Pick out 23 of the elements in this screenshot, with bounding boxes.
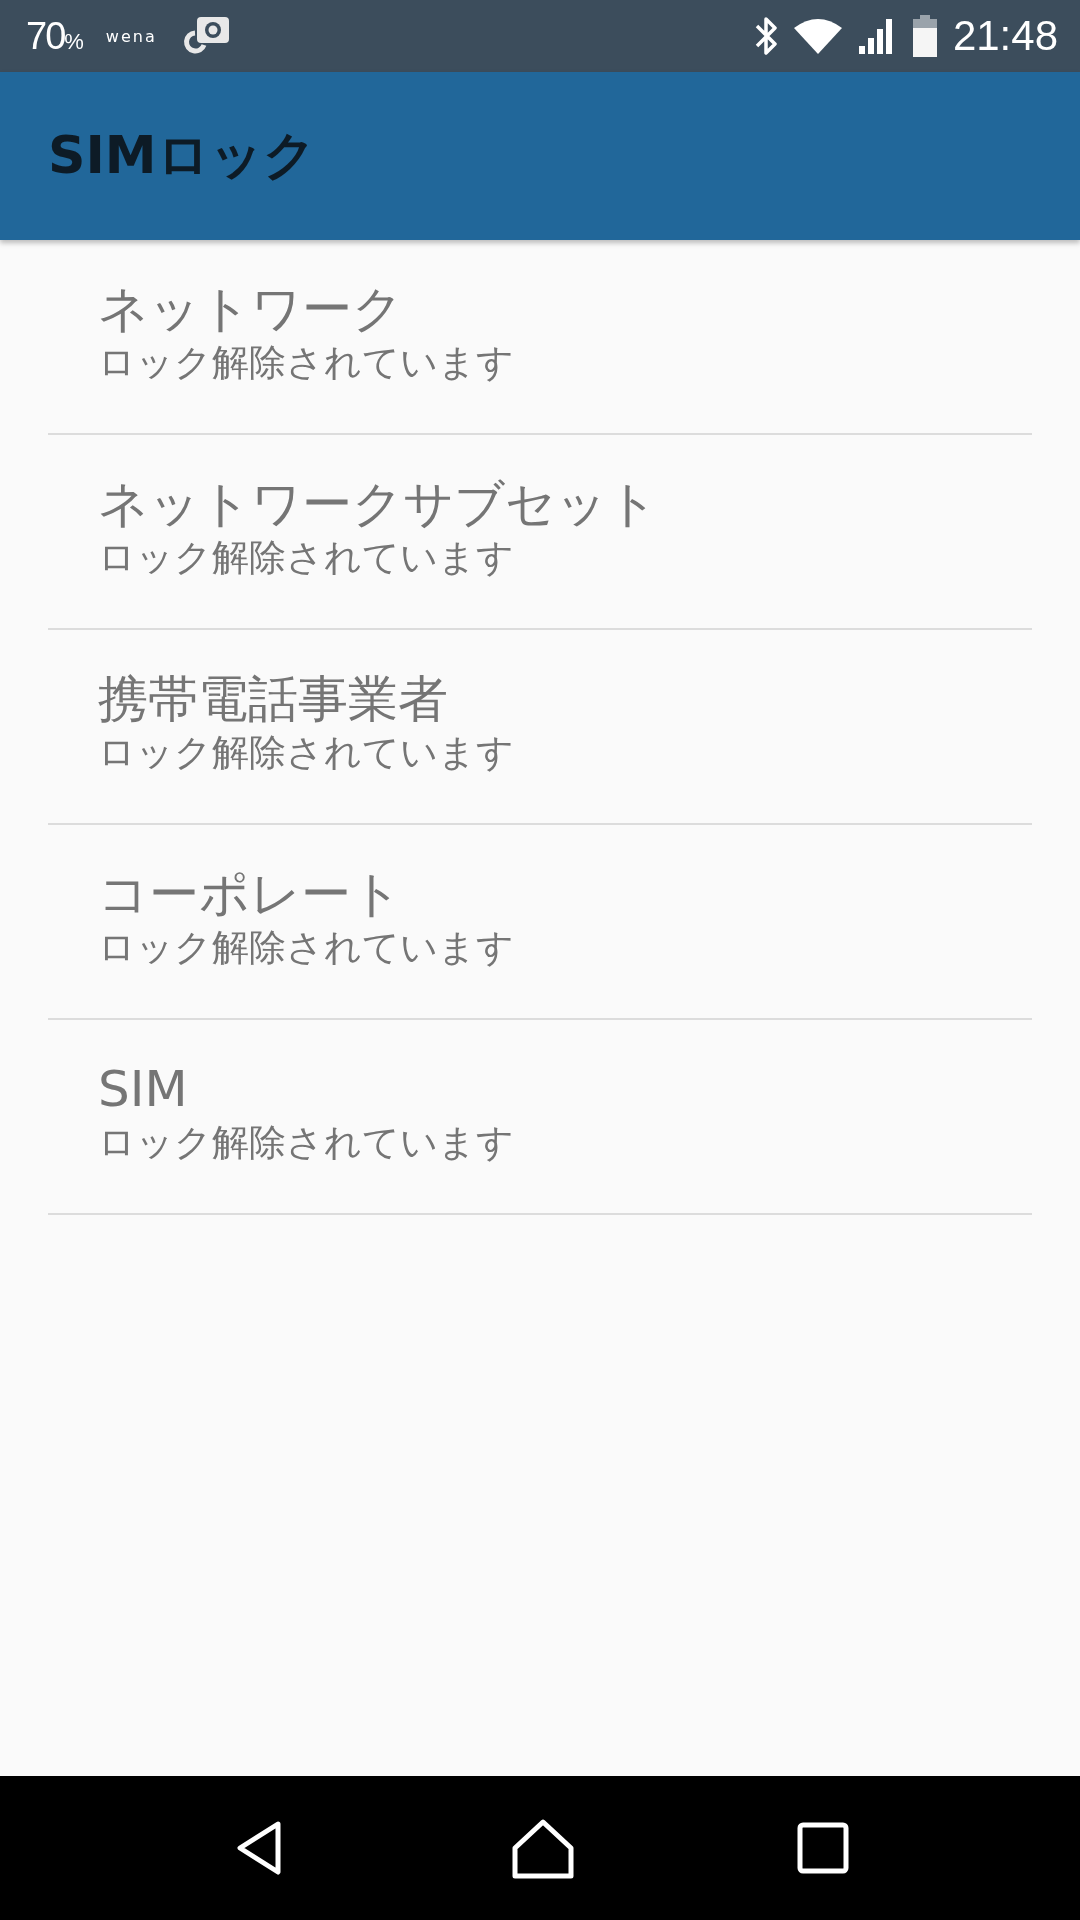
battery-percent: 70% [26, 14, 82, 58]
lock-item[interactable]: ネットワークサブセット ロック解除されています [48, 435, 1032, 630]
recents-icon[interactable] [795, 1821, 850, 1875]
wifi-icon [792, 16, 843, 56]
item-title: コーポレート [98, 864, 403, 925]
lock-item[interactable]: 携帯電話事業者 ロック解除されています [48, 630, 1032, 825]
item-summary: ロック解除されています [98, 535, 515, 581]
item-summary: ロック解除されています [98, 925, 515, 971]
status-time: 21:48 [952, 12, 1058, 60]
home-icon[interactable] [511, 1816, 575, 1880]
lock-item[interactable]: SIM ロック解除されています [48, 1020, 1032, 1215]
lock-item[interactable]: コーポレート ロック解除されています [48, 825, 1032, 1020]
screen-title: SIMロック [48, 124, 316, 187]
battery-icon [910, 14, 939, 58]
item-title: ネットワーク [98, 279, 404, 340]
item-summary: ロック解除されています [98, 730, 515, 776]
app-label: wena [105, 26, 157, 46]
item-summary: ロック解除されています [98, 1120, 515, 1166]
item-summary: ロック解除されています [98, 340, 515, 386]
item-title: ネットワークサブセット [98, 474, 659, 535]
lock-item[interactable]: ネットワーク ロック解除されています [48, 240, 1032, 435]
item-title: 携帯電話事業者 [98, 669, 449, 730]
item-title: SIM [98, 1059, 189, 1120]
